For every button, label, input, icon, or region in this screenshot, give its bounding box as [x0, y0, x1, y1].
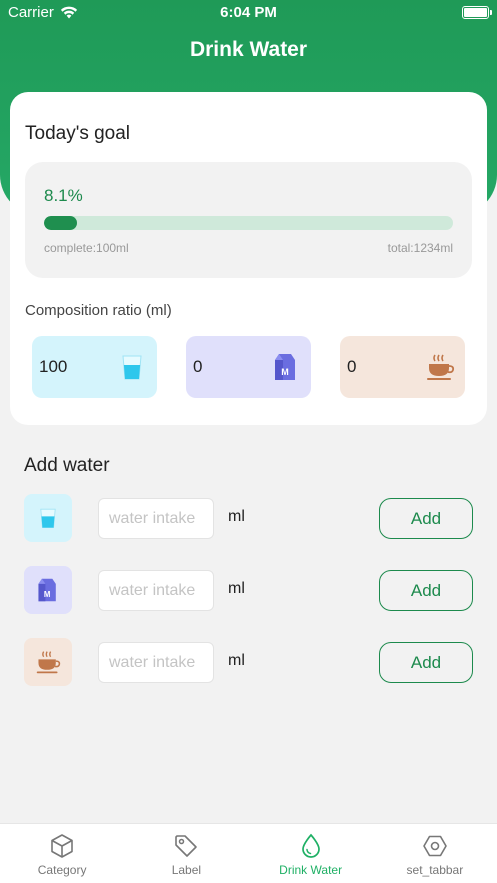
battery-icon — [462, 6, 492, 19]
add-coffee-tile — [24, 638, 72, 686]
add-row-milk: M ml Add — [0, 566, 497, 616]
add-row-water: ml Add — [0, 494, 497, 544]
page-title: Drink Water — [189, 38, 308, 61]
water-intake-input[interactable] — [98, 498, 214, 539]
tab-set-tabbar-label: set_tabbar — [406, 863, 464, 877]
ratio-milk: 0 M — [186, 336, 311, 398]
tab-drink-water-label: Drink Water — [279, 863, 343, 877]
svg-text:M: M — [44, 590, 51, 599]
coffee-cup-icon — [36, 651, 61, 674]
progress-bar — [44, 216, 453, 230]
progress-percent: 8.1% — [44, 186, 83, 205]
water-glass-icon — [40, 508, 56, 528]
add-milk-tile: M — [24, 566, 72, 614]
hexagon-settings-icon — [423, 835, 447, 857]
add-coffee-button[interactable]: Add — [379, 642, 473, 683]
ratio-water-value: 100 — [39, 357, 68, 376]
tab-category-label: Category — [37, 863, 87, 877]
svg-text:M: M — [281, 367, 289, 377]
add-water-title: Add water — [24, 455, 110, 476]
add-water-button[interactable]: Add — [379, 498, 473, 539]
tab-label-label: Label — [171, 863, 202, 877]
coffee-intake-input[interactable] — [98, 642, 214, 683]
status-time: 6:04 PM — [220, 4, 277, 21]
add-milk-button[interactable]: Add — [379, 570, 473, 611]
water-drop-icon — [301, 833, 320, 858]
tab-category[interactable]: Category — [0, 824, 124, 883]
milk-carton-icon: M — [38, 578, 56, 602]
goal-title: Today's goal — [25, 123, 131, 144]
add-row-coffee: ml Add — [0, 638, 497, 688]
ratio-milk-value: 0 — [193, 357, 203, 376]
cube-icon — [51, 834, 73, 858]
tab-label[interactable]: Label — [124, 824, 248, 883]
progress-panel: 8.1% complete:100ml total:1234ml — [25, 162, 472, 278]
ratio-coffee-value: 0 — [347, 357, 357, 376]
progress-bar-fill — [44, 216, 78, 230]
total-amount: total:1234ml — [387, 241, 453, 255]
unit-label: ml — [228, 580, 245, 597]
ratio-water: 100 — [32, 336, 157, 398]
status-bar: Carrier 6:04 PM — [0, 0, 497, 26]
ratio-title: Composition ratio (ml) — [25, 302, 172, 319]
water-glass-icon — [122, 355, 142, 380]
unit-label: ml — [228, 652, 245, 669]
tab-bar: Category Label Drink Water set_tabbar — [0, 823, 497, 883]
tab-set-tabbar[interactable]: set_tabbar — [373, 824, 497, 883]
unit-label: ml — [228, 508, 245, 525]
add-water-tile — [24, 494, 72, 542]
goal-card: Today's goal 8.1% complete:100ml total:1… — [10, 92, 487, 425]
tab-drink-water[interactable]: Drink Water — [249, 824, 373, 883]
tag-icon — [175, 835, 198, 857]
milk-carton-icon: M — [275, 354, 295, 380]
ratio-coffee: 0 — [340, 336, 465, 398]
complete-amount: complete:100ml — [44, 241, 129, 255]
coffee-cup-icon — [427, 354, 455, 380]
milk-intake-input[interactable] — [98, 570, 214, 611]
